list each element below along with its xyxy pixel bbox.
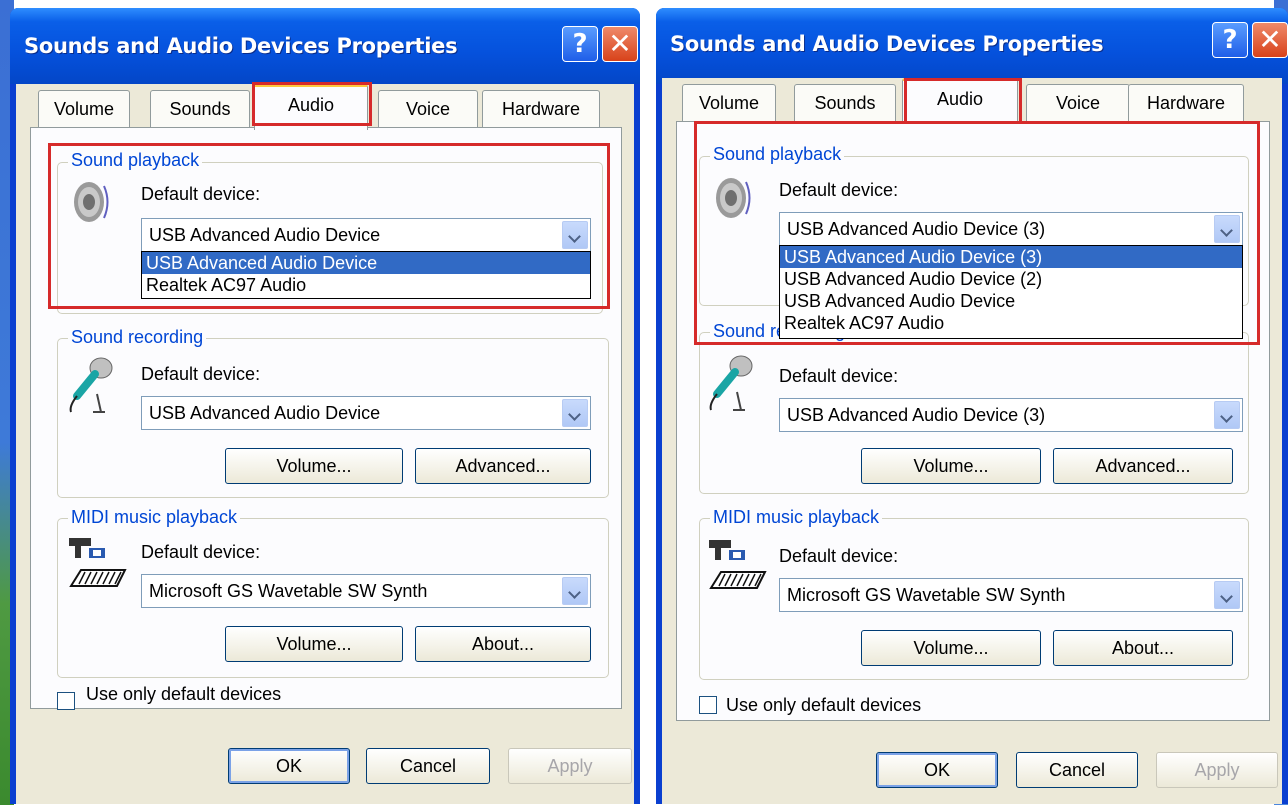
close-button[interactable]: ✕ bbox=[602, 26, 638, 62]
chevron-down-icon[interactable] bbox=[1214, 581, 1240, 609]
chevron-down-icon[interactable] bbox=[1214, 401, 1240, 429]
combo-value: USB Advanced Audio Device (3) bbox=[787, 219, 1046, 239]
combo-value: USB Advanced Audio Device bbox=[149, 225, 381, 245]
midi-about-button[interactable]: About... bbox=[1053, 630, 1233, 666]
midi-device-select[interactable]: Microsoft GS Wavetable SW Synth bbox=[779, 578, 1243, 612]
apply-button[interactable]: Apply bbox=[508, 748, 632, 784]
default-device-label: Default device: bbox=[141, 184, 261, 204]
window-title: Sounds and Audio Devices Properties bbox=[24, 34, 458, 58]
microphone-icon bbox=[69, 357, 113, 413]
dropdown-option[interactable]: USB Advanced Audio Device bbox=[142, 252, 590, 274]
dropdown-option[interactable]: USB Advanced Audio Device bbox=[780, 290, 1242, 312]
ok-button[interactable]: OK bbox=[228, 748, 350, 784]
help-button[interactable]: ? bbox=[562, 26, 598, 62]
combo-value: USB Advanced Audio Device (3) bbox=[787, 405, 1046, 425]
tab-hardware[interactable]: Hardware bbox=[482, 90, 600, 128]
default-device-label: Default device: bbox=[779, 546, 899, 566]
audio-panel: Sound playback Default device: USB Advan… bbox=[30, 127, 622, 710]
speaker-icon bbox=[716, 178, 751, 218]
recording-device-select[interactable]: USB Advanced Audio Device (3) bbox=[779, 398, 1243, 432]
group-label: Sound recording bbox=[68, 327, 207, 348]
chevron-down-icon[interactable] bbox=[1214, 215, 1240, 243]
dialog-client: Volume Sounds Audio Voice Hardware Sound… bbox=[16, 84, 634, 804]
midi-keyboard-icon bbox=[69, 538, 127, 587]
close-button[interactable]: ✕ bbox=[1252, 22, 1288, 58]
window-title: Sounds and Audio Devices Properties bbox=[670, 32, 1104, 56]
combo-value: USB Advanced Audio Device bbox=[149, 403, 381, 423]
midi-keyboard-icon bbox=[709, 540, 767, 589]
playback-device-select[interactable]: USB Advanced Audio Device (3) bbox=[779, 212, 1243, 246]
chevron-down-icon[interactable] bbox=[562, 399, 588, 427]
tab-volume[interactable]: Volume bbox=[682, 84, 776, 122]
group-label: MIDI music playback bbox=[710, 507, 883, 528]
dialog-left: Sounds and Audio Devices Properties ? ✕ … bbox=[10, 8, 640, 804]
cancel-button[interactable]: Cancel bbox=[1016, 752, 1138, 788]
audio-panel: Sound playback Default device: USB Advan… bbox=[676, 121, 1270, 721]
midi-volume-button[interactable]: Volume... bbox=[861, 630, 1041, 666]
combo-value: Microsoft GS Wavetable SW Synth bbox=[787, 585, 1066, 605]
midi-device-select[interactable]: Microsoft GS Wavetable SW Synth bbox=[141, 574, 591, 608]
group-label: MIDI music playback bbox=[68, 507, 241, 528]
title-bar[interactable]: Sounds and Audio Devices Properties ? ✕ bbox=[10, 8, 640, 84]
playback-device-select[interactable]: USB Advanced Audio Device bbox=[141, 218, 591, 252]
dropdown-option[interactable]: Realtek AC97 Audio bbox=[142, 274, 590, 296]
playback-device-dropdown[interactable]: USB Advanced Audio Device Realtek AC97 A… bbox=[141, 251, 591, 299]
playback-device-dropdown[interactable]: USB Advanced Audio Device (3) USB Advanc… bbox=[779, 245, 1243, 339]
chevron-down-icon[interactable] bbox=[562, 577, 588, 605]
dialog-right: Sounds and Audio Devices Properties ? ✕ … bbox=[656, 8, 1288, 804]
tab-audio[interactable]: Audio bbox=[902, 78, 1018, 124]
cancel-button[interactable]: Cancel bbox=[366, 748, 490, 784]
use-default-devices-checkbox[interactable] bbox=[57, 692, 75, 710]
tab-volume[interactable]: Volume bbox=[38, 90, 130, 128]
combo-value: Microsoft GS Wavetable SW Synth bbox=[149, 581, 428, 601]
dropdown-option[interactable]: USB Advanced Audio Device (2) bbox=[780, 268, 1242, 290]
use-default-devices-label[interactable]: Use only default devices bbox=[86, 684, 281, 705]
midi-volume-button[interactable]: Volume... bbox=[225, 626, 403, 662]
default-device-label: Default device: bbox=[779, 366, 899, 386]
default-device-label: Default device: bbox=[141, 364, 261, 384]
speaker-icon bbox=[74, 182, 109, 222]
default-device-label: Default device: bbox=[141, 542, 261, 562]
recording-advanced-button[interactable]: Advanced... bbox=[1053, 448, 1233, 484]
title-bar[interactable]: Sounds and Audio Devices Properties ? ✕ bbox=[656, 8, 1288, 84]
recording-volume-button[interactable]: Volume... bbox=[861, 448, 1041, 484]
ok-button[interactable]: OK bbox=[876, 752, 998, 788]
group-label: Sound playback bbox=[68, 150, 203, 171]
tab-hardware[interactable]: Hardware bbox=[1128, 84, 1244, 122]
tab-voice[interactable]: Voice bbox=[378, 90, 478, 128]
help-button[interactable]: ? bbox=[1212, 22, 1248, 58]
recording-advanced-button[interactable]: Advanced... bbox=[415, 448, 591, 484]
group-label: Sound playback bbox=[710, 144, 845, 165]
recording-device-select[interactable]: USB Advanced Audio Device bbox=[141, 396, 591, 430]
tab-sounds[interactable]: Sounds bbox=[150, 90, 250, 128]
dropdown-option[interactable]: Realtek AC97 Audio bbox=[780, 312, 1242, 334]
tab-sounds[interactable]: Sounds bbox=[794, 84, 896, 122]
dialog-client: Volume Sounds Audio Voice Hardware Sound… bbox=[662, 78, 1282, 804]
recording-volume-button[interactable]: Volume... bbox=[225, 448, 403, 484]
use-default-devices-checkbox[interactable] bbox=[699, 696, 717, 714]
tab-voice[interactable]: Voice bbox=[1026, 84, 1130, 122]
microphone-icon bbox=[709, 355, 753, 411]
midi-about-button[interactable]: About... bbox=[415, 626, 591, 662]
chevron-down-icon[interactable] bbox=[562, 221, 588, 249]
default-device-label: Default device: bbox=[779, 180, 899, 200]
dropdown-option[interactable]: USB Advanced Audio Device (3) bbox=[780, 246, 1242, 268]
apply-button[interactable]: Apply bbox=[1156, 752, 1278, 788]
use-default-devices-label[interactable]: Use only default devices bbox=[726, 695, 921, 716]
tab-audio[interactable]: Audio bbox=[254, 84, 368, 130]
